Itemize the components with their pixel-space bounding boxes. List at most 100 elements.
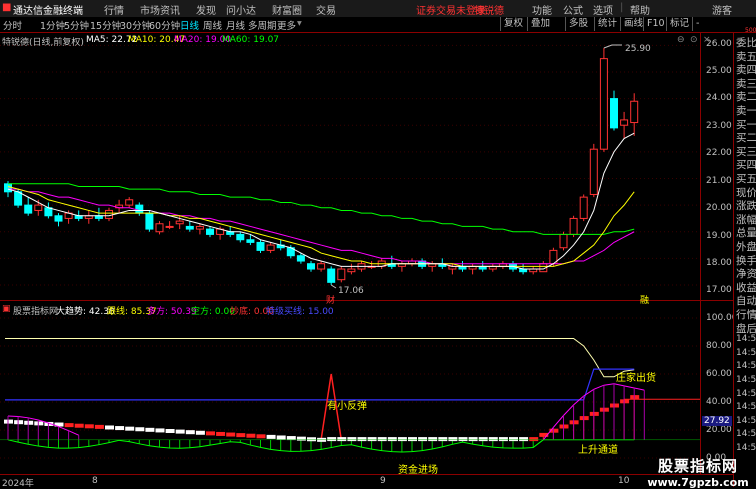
ind-tick: 40.00: [706, 397, 732, 407]
price-tick: 26.00: [706, 39, 732, 49]
ind-step-block: [94, 424, 104, 429]
annotation-uptrend: 上升通道: [578, 445, 618, 456]
ind-step-block: [438, 437, 448, 442]
ma5-line: [7, 132, 635, 270]
ind-step-block: [64, 423, 74, 428]
ind-step-block: [74, 423, 84, 428]
trend-line: [5, 368, 635, 401]
price-tick: 23.00: [706, 121, 732, 131]
candle-body: [327, 268, 336, 283]
ind-step-block: [337, 437, 347, 442]
candle-body: [347, 268, 356, 273]
candle-body: [610, 98, 618, 129]
indicator-grid: [0, 317, 700, 459]
quote-panel-label: 14:50: [736, 375, 756, 385]
quote-panel-label: 14:50: [736, 388, 756, 399]
finance-tag[interactable]: 财: [326, 293, 335, 306]
candle-body: [559, 233, 568, 249]
ind-step-block: [327, 437, 337, 442]
candle-body: [246, 239, 255, 243]
candle-body: [185, 225, 194, 230]
candle-body: [4, 183, 12, 193]
quote-panel-label: 14:50: [736, 334, 756, 345]
quote-panel-label: 14:50: [736, 415, 756, 426]
ind-step-block: [509, 437, 518, 442]
candle-body: [266, 244, 275, 251]
bonus-tag[interactable]: 融: [640, 293, 649, 306]
date-tick: 8: [92, 476, 98, 486]
high-price-label: 25.90: [625, 44, 651, 54]
low-pointer: [330, 284, 337, 289]
ind-step-block: [408, 437, 417, 442]
candle-body: [307, 263, 315, 270]
quote-panel-label: 14:50: [736, 347, 756, 358]
price-tick: 18.00: [706, 258, 732, 268]
quote-side-panel: 委比 卖五 卖四 卖三 卖二 卖一 买一 买二 买三 买四 买五 现价 涨跌 涨幅 总量 外盘 换手 净资 收益 自动…: [733, 33, 756, 487]
ind-step-block: [347, 437, 357, 442]
ind-step-block: [418, 437, 428, 442]
ind-step-block: [165, 429, 175, 434]
ind-tick: 60.00: [706, 369, 732, 379]
ind-step-block: [266, 434, 276, 439]
ind-step-block: [478, 437, 488, 442]
ind-step-block: [135, 427, 145, 432]
candle-body: [630, 100, 639, 124]
candle-body: [296, 255, 305, 262]
ind-step-block: [286, 436, 296, 441]
ind-step-block: [84, 424, 94, 429]
ind-current-value: 27.92: [702, 416, 732, 426]
candle-body: [44, 207, 53, 217]
ma-lines-layer: [7, 44, 635, 289]
candle-body: [155, 223, 164, 233]
annotation-dealer-out: 庄家出货: [616, 373, 656, 384]
annotation-capital-in: 资金进场: [398, 465, 438, 476]
price-tick: 25.00: [706, 66, 732, 76]
candle-body: [14, 191, 23, 206]
kline-chart[interactable]: [0, 0, 756, 487]
ind-step-block: [185, 430, 195, 435]
date-tick: 2024年: [2, 479, 34, 489]
annotation-rebound: 有小反弹: [327, 401, 367, 412]
candle-body: [236, 233, 245, 241]
ind-step-block: [529, 437, 539, 442]
candle-body: [206, 228, 214, 235]
ind-step-block: [387, 437, 397, 442]
ind-step-block: [357, 437, 367, 442]
ind-step-block: [175, 429, 185, 434]
indicator-layer: [0, 337, 700, 453]
ind-step-block: [488, 437, 498, 442]
ind-step-block: [226, 432, 236, 437]
ind-tick: 20.00: [706, 425, 732, 435]
price-tick: 21.00: [706, 176, 732, 186]
ind-step-block: [145, 427, 155, 432]
candle-body: [34, 204, 43, 211]
ind-step-block: [105, 425, 114, 430]
candle-body: [145, 212, 154, 230]
ind-step-block: [276, 435, 286, 440]
ma60-line: [8, 183, 635, 235]
ind-step-block: [216, 431, 226, 436]
ma10-line: [7, 185, 635, 267]
ind-step-block: [256, 434, 266, 439]
price-tick: 20.00: [706, 203, 732, 213]
quote-panel-label: 14:50: [736, 429, 756, 440]
ind-step-block: [296, 436, 306, 441]
ind-step-block: [246, 433, 256, 438]
ind-step-block: [397, 437, 407, 442]
quote-panel-label: 14:50: [736, 402, 756, 413]
candle-body: [165, 225, 174, 228]
bl-line: [5, 337, 635, 378]
ind-step-block: [206, 431, 215, 436]
ind-tick: 80.00: [706, 341, 732, 351]
quote-panel-label: 14:50: [736, 443, 756, 453]
candle-body: [579, 196, 588, 219]
low-price-label: 17.06: [338, 286, 364, 296]
high-pointer: [603, 44, 622, 49]
candle-body: [135, 204, 144, 214]
ind-step-block: [367, 437, 377, 442]
price-tick: 17.00: [706, 285, 732, 295]
quote-panel-label: 14:50: [736, 361, 756, 372]
candle-body: [195, 225, 204, 230]
candle-body: [125, 199, 134, 206]
watermark: 股票指标网 www.7gpzb.com: [647, 457, 749, 489]
